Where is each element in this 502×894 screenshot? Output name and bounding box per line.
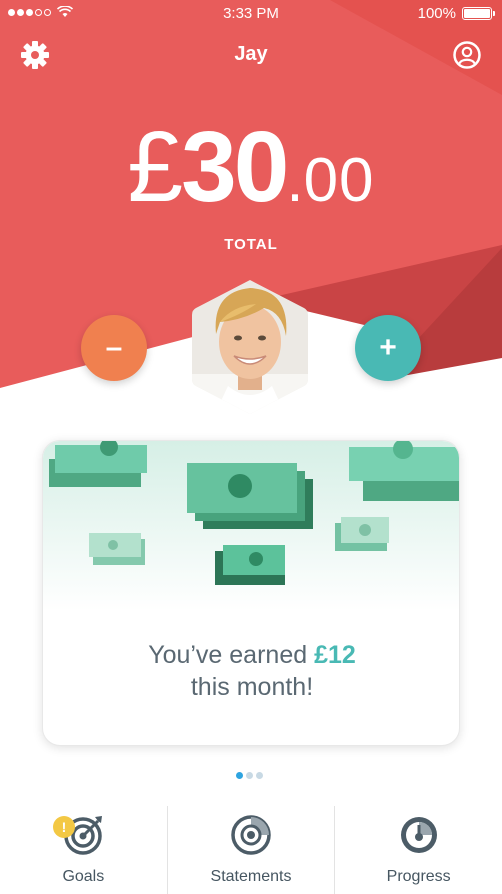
tab-statements-label: Statements xyxy=(210,868,292,885)
tab-bar: ! Goals Statements Progress xyxy=(0,806,502,894)
earnings-period: this month! xyxy=(190,673,314,701)
money-illustration xyxy=(43,441,459,611)
banknote-icon xyxy=(215,545,285,585)
page-dot[interactable] xyxy=(256,772,263,779)
balance-whole: 30 xyxy=(181,111,289,223)
profile-button[interactable] xyxy=(452,40,482,70)
minus-label: – xyxy=(105,331,123,364)
status-bar: 3:33 PM 100% xyxy=(0,0,502,28)
increase-balance-button[interactable]: + xyxy=(355,315,421,381)
earnings-amount: £12 xyxy=(314,641,356,669)
banknote-icon xyxy=(89,533,145,565)
banknote-icon xyxy=(49,441,147,487)
battery-percent: 100% xyxy=(417,5,456,22)
earnings-card[interactable]: You’ve earned £12 this month! xyxy=(42,440,460,746)
statement-disc-icon xyxy=(231,815,271,855)
child-name: Jay xyxy=(234,43,268,65)
balance-separator: . xyxy=(286,146,304,215)
balance-amount: £30.00 xyxy=(0,110,502,225)
banknote-icon xyxy=(349,441,459,501)
page-indicator[interactable] xyxy=(236,772,263,779)
tab-statements[interactable]: Statements xyxy=(166,806,335,894)
battery-indicator: 100% xyxy=(417,5,495,22)
avatar[interactable] xyxy=(190,278,310,416)
total-label: TOTAL xyxy=(224,236,278,253)
earnings-prefix: You’ve earned xyxy=(148,641,315,669)
plus-label: + xyxy=(379,331,397,364)
user-circle-icon xyxy=(453,41,481,69)
tab-goals-label: Goals xyxy=(62,868,105,885)
page-dot[interactable] xyxy=(246,772,253,779)
balance-currency: £ xyxy=(127,111,183,223)
balance-pence: 00 xyxy=(303,146,375,215)
battery-icon xyxy=(462,7,495,20)
decrease-balance-button[interactable]: – xyxy=(81,315,147,381)
gauge-icon xyxy=(400,817,437,853)
child-photo xyxy=(192,280,308,414)
tab-progress-label: Progress xyxy=(386,868,451,885)
earnings-message: You’ve earned £12 this month! xyxy=(43,639,459,703)
tab-progress[interactable]: Progress xyxy=(334,806,502,894)
banknote-icon xyxy=(187,463,313,529)
goal-alert-badge: ! xyxy=(53,816,75,838)
tab-goals[interactable]: ! Goals xyxy=(0,806,167,894)
page-dot-active[interactable] xyxy=(236,772,243,779)
banknote-icon xyxy=(335,517,389,551)
